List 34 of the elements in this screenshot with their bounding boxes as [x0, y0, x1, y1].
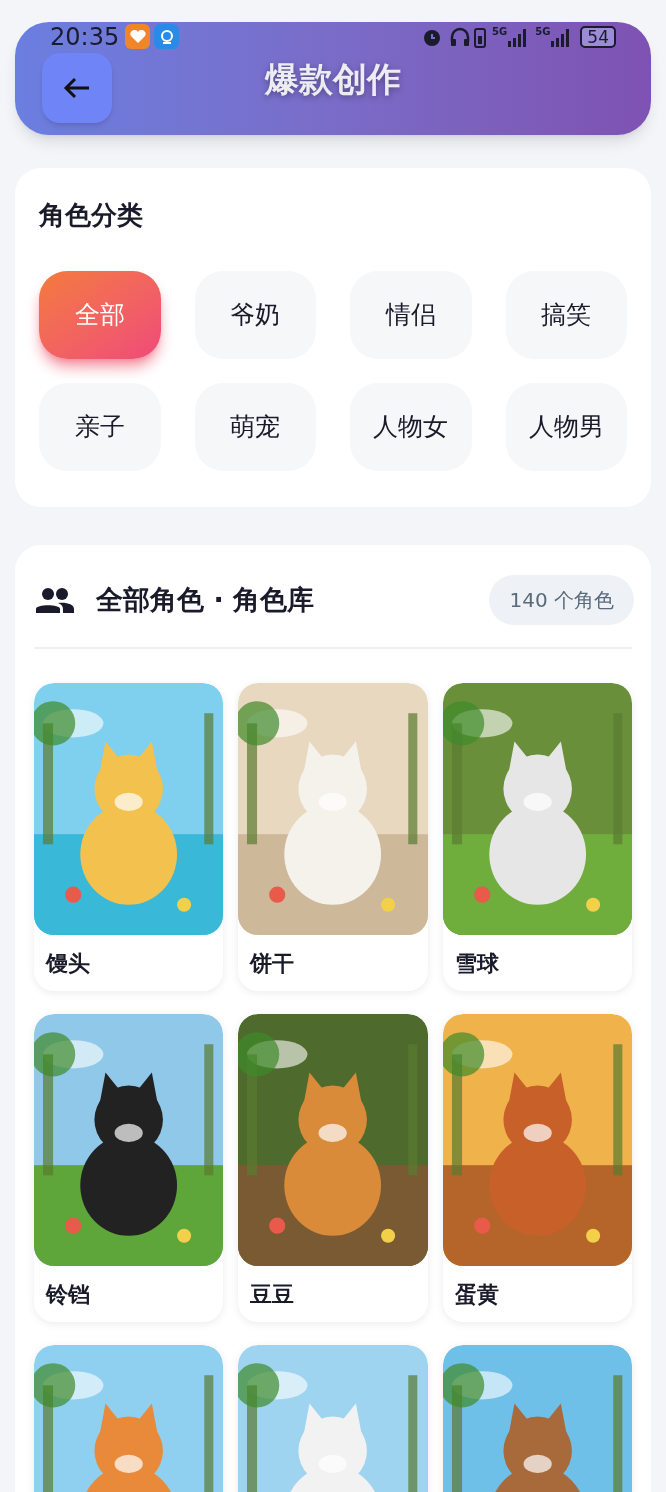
page-title: 爆款创作: [265, 58, 401, 101]
character-card[interactable]: 蛋黄: [442, 1014, 632, 1322]
status-time: 20:35: [50, 24, 120, 49]
category-chip[interactable]: 情侣: [350, 271, 472, 359]
app-icon: [125, 24, 151, 49]
character-name: 雪球: [454, 949, 499, 978]
headphones-icon: [449, 25, 471, 48]
character-card[interactable]: 饼干: [238, 683, 428, 991]
network-label: 5G: [492, 26, 508, 37]
battery-indicator: 54: [580, 25, 616, 48]
character-card[interactable]: 豆豆: [238, 1014, 428, 1322]
back-button[interactable]: [42, 52, 112, 123]
section-title: 全部角色 · 角色库: [96, 582, 315, 617]
category-chip[interactable]: 爷奶: [194, 271, 316, 359]
character-card[interactable]: 雪球: [442, 683, 632, 991]
camera-app-icon: [154, 24, 180, 49]
character-name: 饼干: [250, 949, 295, 978]
people-icon: [36, 587, 74, 613]
character-card[interactable]: 铃铛: [34, 1014, 224, 1322]
category-chip[interactable]: 亲子: [39, 383, 161, 471]
category-chip[interactable]: 搞笑: [505, 271, 627, 359]
category-chip[interactable]: 萌宠: [194, 383, 316, 471]
character-name: 豆豆: [250, 1280, 295, 1309]
count-badge: 140 个角色: [489, 575, 634, 625]
character-name: 铃铛: [46, 1280, 90, 1309]
character-name: 馒头: [46, 949, 90, 978]
back-arrow-icon: [63, 75, 91, 100]
character-name: 蛋黄: [454, 1280, 499, 1309]
network-label: 5G: [535, 26, 551, 37]
character-card[interactable]: 馒头: [34, 683, 224, 991]
category-chip[interactable]: 人物女: [350, 383, 472, 471]
section-title: 角色分类: [39, 199, 144, 232]
category-chip[interactable]: 人物男: [505, 383, 627, 471]
battery-small-icon: [474, 25, 486, 48]
